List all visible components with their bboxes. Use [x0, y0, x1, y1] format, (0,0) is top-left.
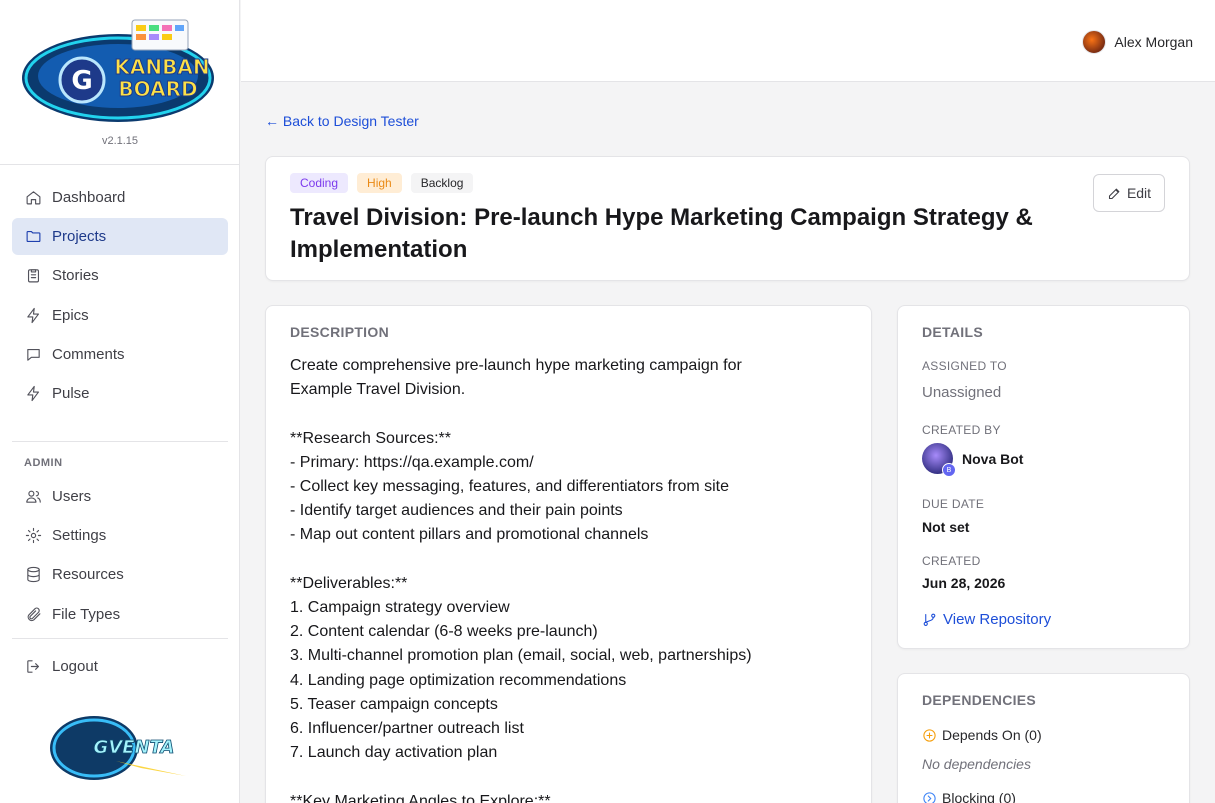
main-nav: Dashboard Projects Stories Epics Comment… — [12, 179, 228, 414]
logo-letter: G — [71, 66, 92, 96]
sidebar-item-settings[interactable]: Settings — [12, 517, 228, 554]
due-date-label: DUE DATE — [922, 497, 985, 511]
creator-name: Nova Bot — [962, 450, 1024, 467]
sidebar-divider — [12, 441, 228, 442]
due-date-value: Not set — [922, 519, 970, 535]
user-name: Alex Morgan — [1114, 34, 1193, 50]
description-card: DESCRIPTION Create comprehensive pre-lau… — [265, 305, 872, 803]
story-header-card: Coding High Backlog Travel Division: Pre… — [265, 156, 1190, 281]
blocking-row[interactable]: Blocking (0) — [922, 790, 1016, 803]
paperclip-icon — [24, 605, 42, 623]
gventa-logo: GVENTA — [50, 716, 186, 780]
bolt-icon — [24, 384, 42, 402]
clipboard-icon — [24, 267, 42, 285]
git-branch-icon — [923, 613, 936, 626]
edit-label: Edit — [1126, 185, 1152, 201]
sidebar-item-label: Epics — [52, 306, 89, 324]
assigned-to-value: Unassigned — [922, 384, 1002, 401]
depends-on-label: Depends On (0) — [942, 727, 1042, 743]
sidebar-item-projects[interactable]: Projects — [12, 218, 228, 256]
priority-badge: High — [357, 173, 402, 193]
sidebar-item-pulse[interactable]: Pulse — [12, 375, 228, 412]
database-icon — [24, 566, 42, 584]
top-bar: Alex Morgan — [241, 0, 1215, 82]
sidebar-item-label: Comments — [52, 345, 125, 363]
app-version: v2.1.15 — [101, 135, 139, 147]
bot-badge: B — [942, 463, 956, 477]
tag-list: Coding High Backlog — [290, 173, 474, 193]
sidebar-item-dashboard[interactable]: Dashboard — [12, 179, 228, 216]
admin-section-label: ADMIN — [24, 457, 63, 469]
details-card: DETAILS ASSIGNED TO Unassigned CREATED B… — [897, 305, 1190, 649]
svg-text:BOARD: BOARD — [118, 77, 197, 101]
sidebar-item-file-types[interactable]: File Types — [12, 596, 228, 633]
view-repository-link[interactable]: View Repository — [922, 611, 1051, 628]
created-by-label: CREATED BY — [922, 423, 1001, 437]
sidebar: G KANBAN BOARD v2.1.15 Dashboard Project… — [0, 0, 240, 803]
sidebar-item-label: File Types — [52, 605, 121, 623]
depends-on-row[interactable]: Depends On (0) — [922, 727, 1042, 743]
type-badge: Coding — [290, 173, 349, 193]
user-menu[interactable]: Alex Morgan — [1082, 30, 1193, 54]
edit-button[interactable]: Edit — [1093, 174, 1165, 212]
sidebar-item-resources[interactable]: Resources — [12, 556, 228, 593]
folder-icon — [24, 228, 42, 246]
admin-nav: Users Settings Resources File Types — [12, 478, 228, 635]
sidebar-item-label: Stories — [52, 267, 99, 285]
svg-text:KANBAN: KANBAN — [114, 55, 209, 79]
sidebar-item-label: Projects — [52, 228, 107, 246]
arrow-circle-icon — [923, 791, 936, 803]
chat-icon — [24, 345, 42, 363]
back-link[interactable]: ← Back to Design Tester — [265, 113, 419, 129]
no-dependencies-text: No dependencies — [922, 756, 1031, 772]
footer-logo-text: GVENTA — [94, 737, 175, 758]
details-heading: DETAILS — [922, 324, 983, 340]
sidebar-item-stories[interactable]: Stories — [12, 257, 228, 294]
status-badge: Backlog — [410, 173, 474, 193]
sidebar-item-comments[interactable]: Comments — [12, 336, 228, 373]
logo-area: G KANBAN BOARD v2.1.15 — [0, 0, 239, 165]
created-value: Jun 28, 2026 — [922, 575, 1006, 591]
bolt-icon — [24, 306, 42, 324]
pencil-icon — [1108, 188, 1120, 199]
page-title: Travel Division: Pre-launch Hype Marketi… — [290, 204, 1033, 263]
avatar — [1082, 30, 1107, 54]
gear-icon — [24, 527, 42, 545]
sidebar-item-label: Pulse — [52, 384, 90, 402]
dependencies-heading: DEPENDENCIES — [922, 692, 1037, 708]
logout-icon — [24, 658, 42, 676]
users-icon — [24, 488, 42, 506]
assigned-to-label: ASSIGNED TO — [922, 359, 1007, 373]
logout-button[interactable]: Logout — [12, 648, 228, 685]
sidebar-divider — [12, 638, 228, 639]
repo-link-label: View Repository — [943, 611, 1052, 628]
sidebar-item-label: Settings — [52, 527, 107, 545]
logout-nav: Logout — [12, 648, 228, 687]
logout-label: Logout — [52, 658, 98, 675]
creator: B Nova Bot — [922, 443, 1024, 477]
sidebar-item-users[interactable]: Users — [12, 478, 228, 515]
dependencies-card: DEPENDENCIES Depends On (0) No dependenc… — [897, 673, 1190, 803]
plus-circle-icon — [923, 728, 936, 742]
created-label: CREATED — [922, 554, 981, 568]
description-heading: DESCRIPTION — [290, 324, 389, 340]
home-icon — [24, 189, 42, 207]
sidebar-item-label: Resources — [52, 566, 124, 584]
kanban-board-logo[interactable]: G KANBAN BOARD — [20, 16, 220, 128]
description-text: Create comprehensive pre-launch hype mar… — [290, 357, 752, 803]
sidebar-item-label: Dashboard — [52, 189, 126, 206]
sidebar-item-epics[interactable]: Epics — [12, 297, 228, 334]
sidebar-item-label: Users — [52, 488, 92, 505]
blocking-label: Blocking (0) — [942, 790, 1016, 803]
avatar: B — [922, 443, 956, 477]
